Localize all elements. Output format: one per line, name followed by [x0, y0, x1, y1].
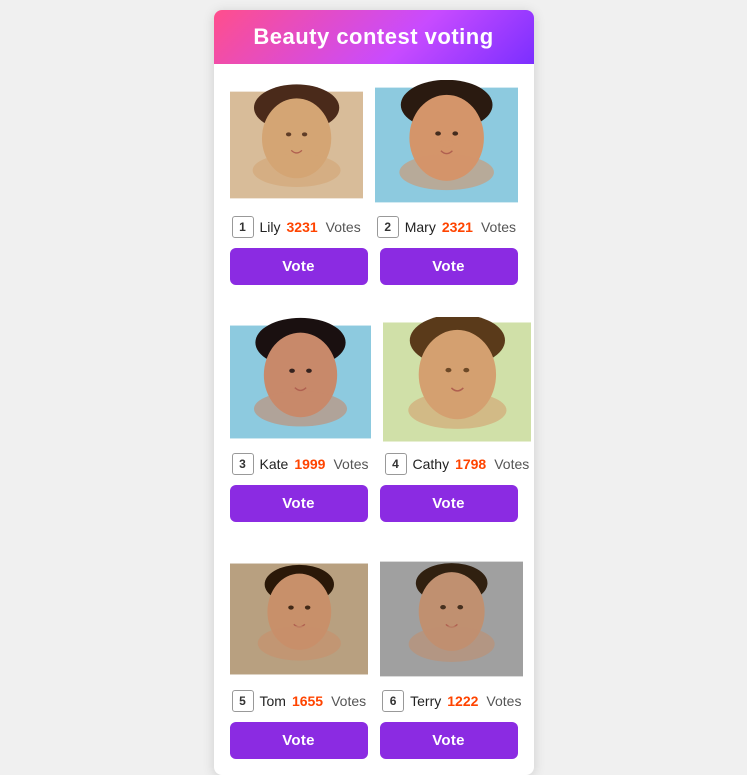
candidate-name-3: Kate	[260, 456, 289, 472]
vote-button-6[interactable]: Vote	[380, 722, 518, 759]
header: Beauty contest voting	[214, 10, 534, 64]
candidate-cell-5: 5 Tom 1655 Votes	[224, 548, 375, 718]
rank-badge-6: 6	[382, 690, 404, 712]
vote-count-4: 1798	[455, 456, 486, 472]
candidate-cell-1: 1 Lily 3231 Votes	[224, 74, 369, 244]
vote-button-row: Vote Vote	[214, 718, 534, 769]
candidate-photo-3	[230, 317, 371, 447]
candidate-photo-4	[383, 317, 532, 447]
vote-button-row: Vote Vote	[214, 481, 534, 532]
votes-label-5: Votes	[331, 693, 366, 709]
votes-label-4: Votes	[494, 456, 529, 472]
vote-button-cell-6: Vote	[374, 722, 524, 759]
candidate-name-6: Terry	[410, 693, 441, 709]
vote-button-1[interactable]: Vote	[230, 248, 368, 285]
vote-button-cell-1: Vote	[224, 248, 374, 285]
rank-badge-1: 1	[232, 216, 254, 238]
vote-count-3: 1999	[294, 456, 325, 472]
candidate-info-6: 6 Terry 1222 Votes	[380, 690, 523, 712]
rank-badge-2: 2	[377, 216, 399, 238]
candidate-cell-3: 3 Kate 1999 Votes	[224, 311, 377, 481]
candidate-info-5: 5 Tom 1655 Votes	[230, 690, 369, 712]
candidate-cell-2: 2 Mary 2321 Votes	[369, 74, 524, 244]
vote-count-1: 3231	[287, 219, 318, 235]
vote-button-row: Vote Vote	[214, 244, 534, 295]
vote-button-cell-2: Vote	[374, 248, 524, 285]
candidate-photo-1	[230, 80, 363, 210]
page-title: Beauty contest voting	[253, 24, 493, 49]
app-container: Beauty contest voting 1 Lily 3231 Votes 2M…	[214, 10, 534, 775]
candidate-pair-row: 5 Tom 1655 Votes 6 Terry 1222 Votes Vote Vote	[214, 538, 534, 769]
candidate-photo-2	[375, 80, 518, 210]
candidate-photo-6	[380, 554, 523, 684]
candidate-cell-4: 4 Cathy 1798 Votes	[377, 311, 534, 481]
vote-count-6: 1222	[447, 693, 478, 709]
candidate-info-3: 3 Kate 1999 Votes	[230, 453, 371, 475]
vote-button-3[interactable]: Vote	[230, 485, 368, 522]
candidate-pair-row: 1 Lily 3231 Votes 2 Mary 2321 Votes Vote Vote	[214, 64, 534, 295]
vote-count-5: 1655	[292, 693, 323, 709]
vote-button-cell-4: Vote	[374, 485, 524, 522]
vote-button-5[interactable]: Vote	[230, 722, 368, 759]
candidate-name-2: Mary	[405, 219, 436, 235]
votes-label-3: Votes	[333, 456, 368, 472]
candidate-info-1: 1 Lily 3231 Votes	[230, 216, 363, 238]
candidate-cell-6: 6 Terry 1222 Votes	[374, 548, 529, 718]
candidate-name-4: Cathy	[413, 456, 450, 472]
votes-label-2: Votes	[481, 219, 516, 235]
rank-badge-4: 4	[385, 453, 407, 475]
candidates-grid: 5 Tom 1655 Votes 6 Terry 1222 Votes	[214, 538, 534, 718]
candidate-pair-row: 3 Kate 1999 Votes 4 Cathy 1798 Votes Vote Vote	[214, 301, 534, 532]
candidate-photo-5	[230, 554, 369, 684]
rank-badge-3: 3	[232, 453, 254, 475]
rank-badge-5: 5	[232, 690, 254, 712]
candidate-name-5: Tom	[260, 693, 286, 709]
candidate-info-4: 4 Cathy 1798 Votes	[383, 453, 532, 475]
votes-label-1: Votes	[326, 219, 361, 235]
candidates-grid: 1 Lily 3231 Votes 2 Mary 2321 Votes	[214, 64, 534, 244]
vote-button-cell-3: Vote	[224, 485, 374, 522]
candidates-grid: 3 Kate 1999 Votes 4 Cathy 1798 Votes	[214, 301, 534, 481]
vote-count-2: 2321	[442, 219, 473, 235]
candidate-name-1: Lily	[260, 219, 281, 235]
vote-button-2[interactable]: Vote	[380, 248, 518, 285]
candidates-area: 1Lily3231 Votes 2Mary2321 VotesVoteVote …	[214, 64, 534, 769]
candidate-info-2: 2 Mary 2321 Votes	[375, 216, 518, 238]
vote-button-4[interactable]: Vote	[380, 485, 518, 522]
vote-button-cell-5: Vote	[224, 722, 374, 759]
votes-label-6: Votes	[486, 693, 521, 709]
